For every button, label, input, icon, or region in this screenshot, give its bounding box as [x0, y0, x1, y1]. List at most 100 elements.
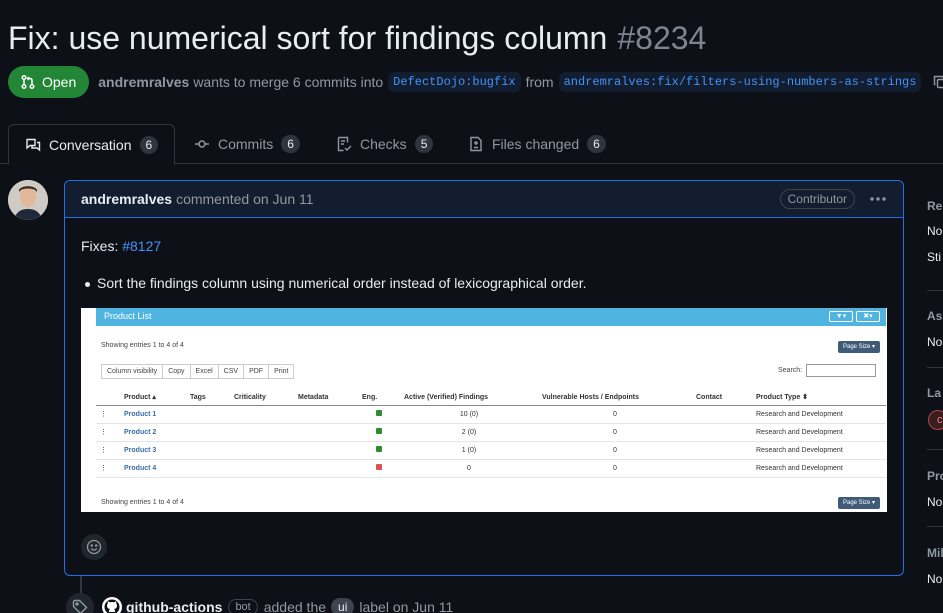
- event-suffix: label on Jun 11: [359, 599, 454, 613]
- fixes-line: Fixes: #8127: [81, 238, 161, 254]
- product-type-cell: Research and Development: [752, 459, 886, 478]
- product-name: Product 3: [120, 441, 186, 460]
- contributor-badge: Contributor: [779, 189, 855, 209]
- add-reaction-button[interactable]: [81, 534, 107, 560]
- tab-count: 6: [281, 135, 300, 153]
- event-action: added the: [263, 599, 327, 613]
- checklist-icon: [337, 136, 352, 152]
- column-header: Tags: [186, 390, 230, 406]
- pr-author-link[interactable]: andremralves: [98, 74, 189, 90]
- file-diff-icon: [470, 136, 482, 152]
- comment-timestamp[interactable]: commented on Jun 11: [176, 191, 314, 207]
- pr-state-label: Open: [42, 74, 77, 90]
- projects-value: No: [927, 495, 943, 509]
- tab-label: Checks: [360, 136, 407, 152]
- page-size-label: Page Size: [843, 344, 871, 350]
- findings-cell: 10 (0): [400, 405, 538, 424]
- comment-author-link[interactable]: andremralves: [81, 191, 172, 207]
- tab-conversation[interactable]: Conversation 6: [8, 124, 176, 165]
- from-text: from: [525, 74, 554, 90]
- row-menu-icon: ⋮: [96, 423, 120, 442]
- assignees-heading[interactable]: As: [927, 309, 942, 323]
- column-header: Eng.: [358, 390, 400, 406]
- csv-button: CSV: [217, 364, 245, 379]
- pr-status-bar: Open andremralves wants to merge 6 commi…: [8, 66, 943, 98]
- column-header: Product ▴: [120, 390, 186, 406]
- product-table: Product ▴ Tags Criticality Metadata Eng.…: [96, 390, 886, 478]
- filter-icon: ▼▾: [829, 311, 853, 322]
- pdf-button: PDF: [243, 364, 270, 379]
- sidebar-divider: [927, 526, 943, 527]
- tab-files-changed[interactable]: Files changed 6: [452, 124, 622, 164]
- hosts-cell: 0: [538, 441, 692, 460]
- engagement-icon: [376, 428, 382, 434]
- copy-icon: [934, 75, 943, 89]
- hosts-cell: 0: [538, 405, 692, 424]
- pr-title-text: Fix: use numerical sort for findings col…: [8, 20, 608, 56]
- assignees-value: No: [927, 335, 943, 349]
- row-menu-icon: ⋮: [96, 441, 120, 460]
- bot-badge: bot: [228, 599, 258, 613]
- export-button-group: Column visibility Copy Excel CSV PDF Pri…: [101, 364, 295, 379]
- column-header: Active (Verified) Findings: [400, 390, 538, 406]
- reviewers-value: No: [927, 224, 943, 238]
- git-pull-request-icon: [21, 74, 35, 90]
- table-row: ⋮ Product 2 2 (0) 0 Research and Develop…: [96, 423, 886, 442]
- product-list-title: Product List: [104, 311, 152, 321]
- kebab-horizontal-icon: [870, 197, 886, 201]
- head-branch-link[interactable]: andremralves:fix/filters-using-numbers-a…: [558, 72, 922, 92]
- column-header: Metadata: [294, 390, 358, 406]
- labels-heading[interactable]: La: [927, 386, 941, 400]
- tab-commits[interactable]: Commits 6: [178, 124, 316, 164]
- tab-label: Commits: [218, 136, 274, 152]
- findings-cell: 2 (0): [400, 423, 538, 442]
- user-avatar-icon: [8, 180, 48, 220]
- findings-cell: 0: [400, 459, 538, 478]
- reviewers-note: Sti: [927, 250, 942, 264]
- copy-branch-button[interactable]: [932, 74, 943, 90]
- event-actor-link[interactable]: github-actions: [126, 599, 222, 613]
- label-chip[interactable]: c: [928, 410, 943, 430]
- tag-icon: [66, 593, 94, 613]
- label-chip[interactable]: ui: [331, 598, 355, 613]
- search-label: Search:: [778, 367, 803, 374]
- engagement-icon: [376, 464, 382, 470]
- sidebar-divider: [927, 449, 943, 450]
- github-icon: [104, 599, 120, 613]
- page-size-label: Page Size: [843, 500, 871, 506]
- projects-heading[interactable]: Pro: [927, 469, 943, 483]
- product-name: Product 4: [120, 459, 186, 478]
- tab-label: Conversation: [49, 136, 132, 153]
- findings-cell: 1 (0): [400, 441, 538, 460]
- base-branch-link[interactable]: DefectDojo:bugfix: [388, 72, 521, 92]
- smiley-icon: [86, 539, 102, 555]
- search-input: [806, 364, 876, 377]
- page-size-button-bottom: Page Size ▾: [838, 497, 881, 509]
- list-item: Sort the findings column using numerical…: [85, 275, 587, 291]
- wrench-icon: ✖▾: [856, 311, 880, 322]
- issue-link[interactable]: #8127: [122, 238, 161, 254]
- pr-tab-bar: Conversation 6 Commits 6 Checks 5 Files …: [0, 124, 943, 165]
- sidebar-divider: [927, 290, 943, 291]
- git-commit-icon: [195, 140, 209, 148]
- product-name: Product 1: [120, 405, 186, 424]
- row-menu-icon: ⋮: [96, 405, 120, 424]
- column-header: Contact: [692, 390, 752, 406]
- pull-request-page: Fix: use numerical sort for findings col…: [0, 0, 943, 613]
- product-type-cell: Research and Development: [752, 405, 886, 424]
- tab-checks[interactable]: Checks 5: [320, 124, 449, 164]
- table-header-row: Product ▴ Tags Criticality Metadata Eng.…: [96, 390, 886, 406]
- hosts-cell: 0: [538, 459, 692, 478]
- github-actions-avatar[interactable]: [102, 597, 122, 613]
- avatar[interactable]: [8, 180, 48, 220]
- reviewers-heading[interactable]: Re: [927, 199, 942, 213]
- pr-number: #8234: [617, 20, 707, 56]
- milestone-heading[interactable]: Mil: [927, 546, 943, 560]
- column-header: Criticality: [230, 390, 294, 406]
- row-menu-icon: ⋮: [96, 459, 120, 478]
- embedded-screenshot[interactable]: Product List ▼▾ ✖▾ Showing entries 1 to …: [81, 308, 887, 512]
- timeline-label-event: github-actions bot added the ui label on…: [66, 592, 453, 613]
- product-list-header: Product List ▼▾ ✖▾: [96, 308, 886, 326]
- tab-count: 6: [139, 135, 159, 154]
- comment-options-button[interactable]: [869, 196, 887, 202]
